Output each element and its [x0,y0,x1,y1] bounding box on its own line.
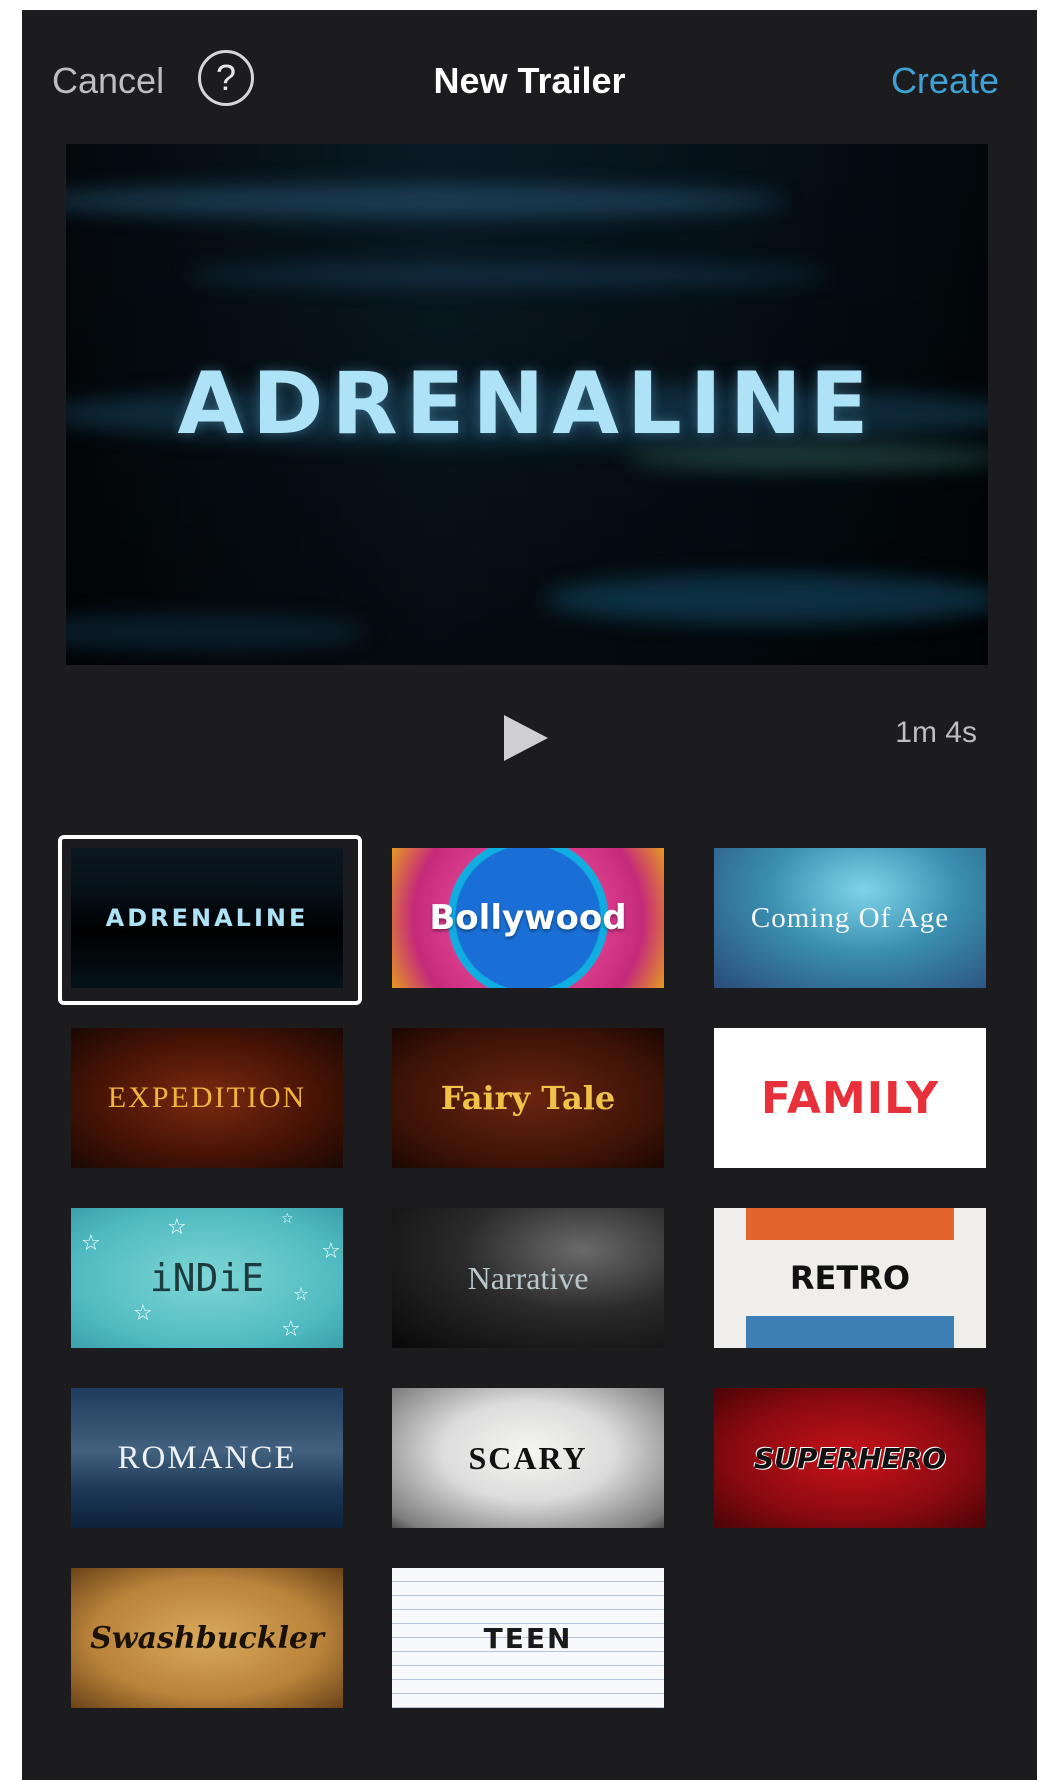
template-label: EXPEDITION [107,1081,307,1114]
template-label: FAMILY [760,1072,940,1124]
template-expedition[interactable]: EXPEDITION [71,1028,343,1168]
star-icon: ☆ [321,1238,341,1263]
retro-stripe [746,1316,954,1348]
template-label: ROMANCE [117,1439,297,1476]
preview-light-streak [66,614,366,650]
trailer-preview[interactable]: ADRENALINE [66,144,988,665]
preview-light-streak [546,574,988,624]
preview-light-streak [66,184,786,218]
template-scary[interactable]: SCARY [392,1388,664,1528]
template-label: Bollywood [429,898,627,938]
star-icon: ☆ [281,1210,294,1226]
template-teen[interactable]: TEEN [392,1568,664,1708]
template-bollywood[interactable]: Bollywood [392,848,664,988]
template-coming-of-age[interactable]: Coming Of Age [714,848,986,988]
star-icon: ☆ [81,1230,101,1255]
template-label: SCARY [468,1439,588,1476]
template-indie[interactable]: ☆ ☆ ☆ ☆ ☆ ☆ ☆ iNDiE [71,1208,343,1348]
template-label: Swashbuckler [90,1620,324,1656]
template-narrative[interactable]: Narrative [392,1208,664,1348]
navigation-bar: Cancel ? New Trailer Create [22,10,1037,150]
play-icon[interactable] [500,713,550,763]
template-family[interactable]: FAMILY [714,1028,986,1168]
duration-label: 1m 4s [895,716,977,749]
page-title-container: New Trailer [22,60,1037,102]
template-label: iNDiE [149,1256,265,1300]
template-label: TEEN [483,1621,573,1655]
retro-stripe [746,1208,954,1240]
template-fairy-tale[interactable]: Fairy Tale [392,1028,664,1168]
preview-title: ADRENALINE [177,354,877,454]
template-label: SUPERHERO [753,1441,947,1475]
star-icon: ☆ [281,1316,301,1341]
template-label: RETRO [789,1259,911,1297]
template-label: Fairy Tale [440,1079,616,1117]
template-retro[interactable]: RETRO [714,1208,986,1348]
preview-light-streak [186,264,826,286]
new-trailer-screen: Cancel ? New Trailer Create ADRENALINE 1… [22,10,1037,1780]
star-icon: ☆ [167,1214,187,1239]
template-adrenaline[interactable]: ADRENALINE [71,848,343,988]
template-label: ADRENALINE [105,904,309,932]
template-label: Narrative [467,1259,589,1296]
template-label: Coming Of Age [750,901,950,934]
page-title: New Trailer [433,60,626,101]
template-superhero[interactable]: SUPERHERO [714,1388,986,1528]
template-romance[interactable]: ROMANCE [71,1388,343,1528]
create-button[interactable]: Create [891,60,999,102]
cancel-button[interactable]: Cancel [52,60,164,102]
star-icon: ☆ [133,1300,153,1325]
star-icon: ☆ [293,1284,310,1304]
template-swashbuckler[interactable]: Swashbuckler [71,1568,343,1708]
help-icon[interactable]: ? [198,50,254,106]
